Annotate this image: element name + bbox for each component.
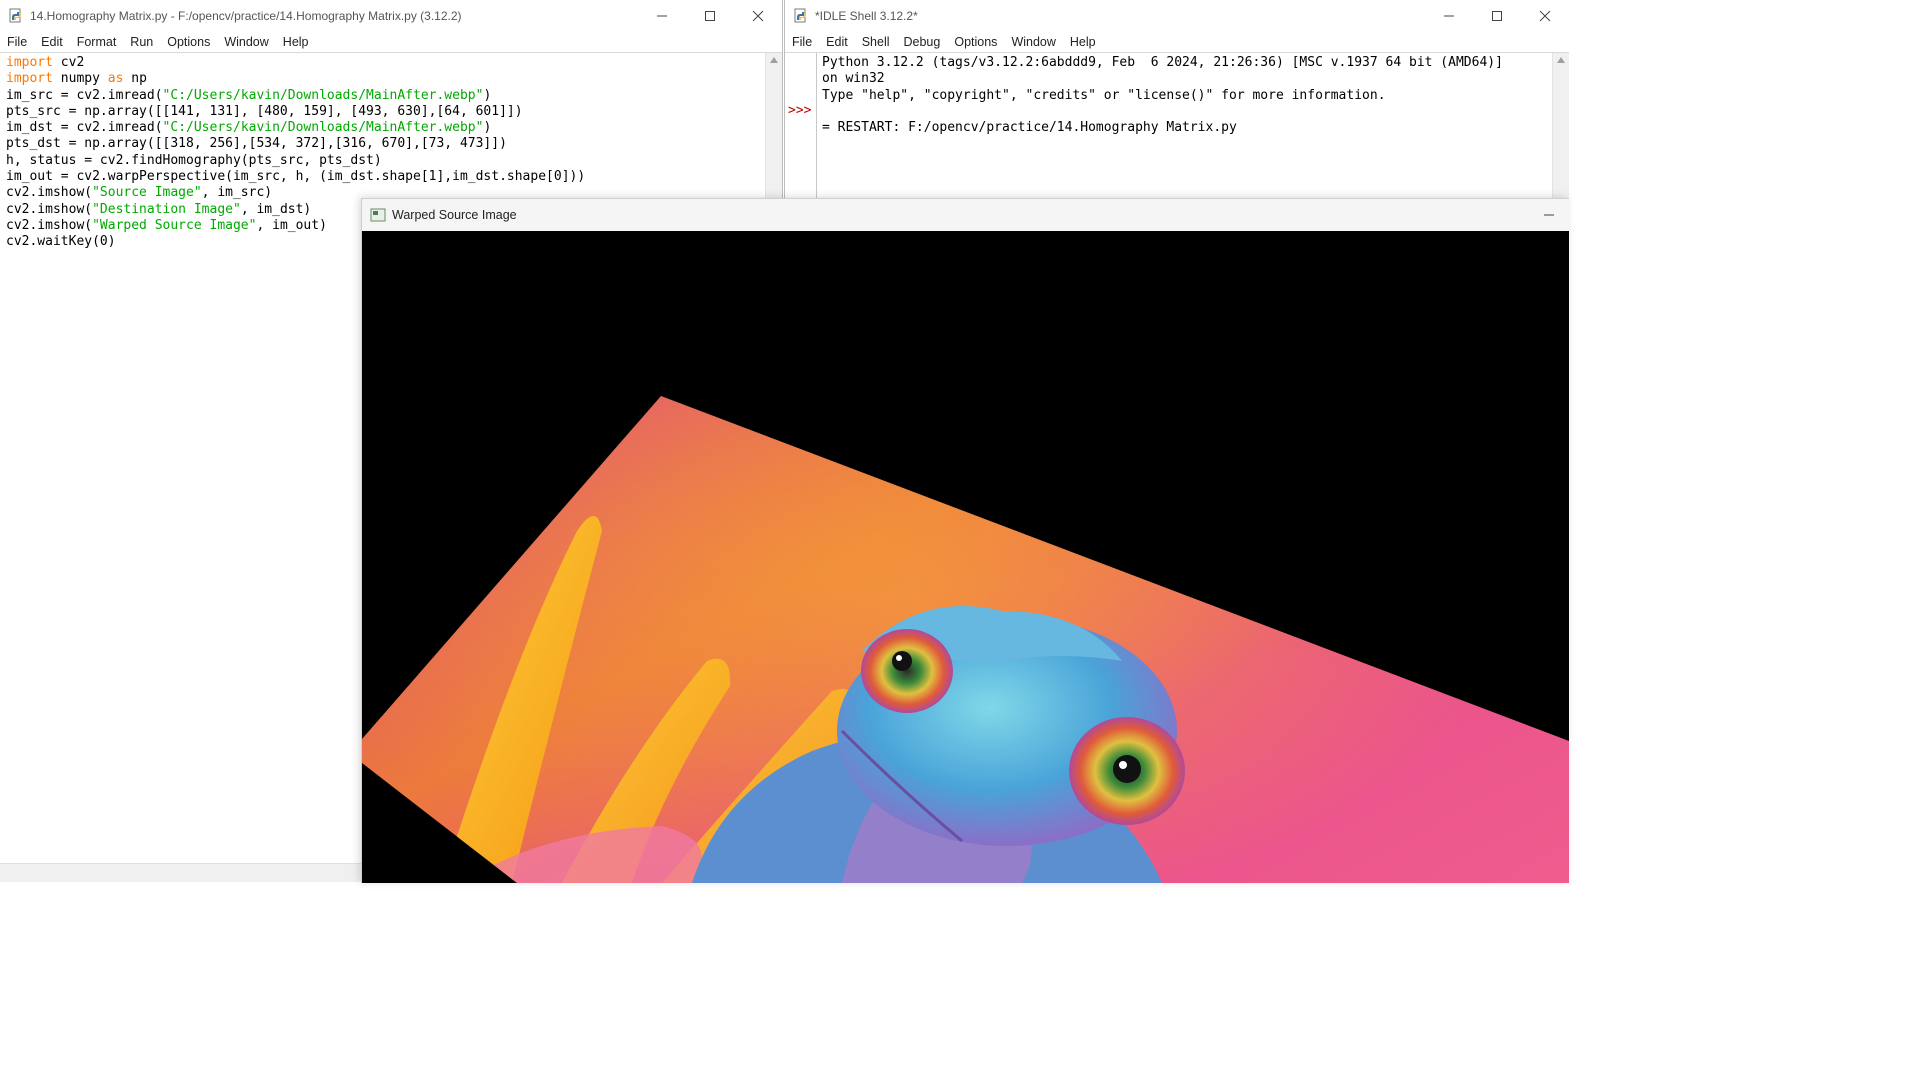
shell-menu-file[interactable]: File bbox=[785, 35, 819, 49]
code-line: im_out = cv2.warpPerspective(im_src, h, … bbox=[6, 169, 586, 185]
code-line: h, status = cv2.findHomography(pts_src, … bbox=[6, 152, 382, 168]
code-line: im_src = cv2.imread("C:/Users/kavin/Down… bbox=[6, 87, 492, 103]
close-icon bbox=[752, 10, 764, 22]
shell-menu-debug[interactable]: Debug bbox=[897, 35, 948, 49]
editor-caption-buttons bbox=[638, 0, 782, 32]
shell-titlebar[interactable]: *IDLE Shell 3.12.2* bbox=[785, 0, 1569, 32]
shell-menu-shell[interactable]: Shell bbox=[855, 35, 897, 49]
shell-title: *IDLE Shell 3.12.2* bbox=[815, 9, 918, 23]
editor-menu-help[interactable]: Help bbox=[276, 35, 316, 49]
code-line: cv2.imshow("Source Image", im_src) bbox=[6, 185, 273, 201]
code-line: import cv2 bbox=[6, 55, 85, 70]
close-button[interactable] bbox=[1521, 0, 1569, 32]
close-icon bbox=[1539, 10, 1551, 22]
maximize-icon bbox=[1492, 11, 1502, 21]
scroll-up-icon[interactable] bbox=[770, 57, 778, 63]
editor-menu-file[interactable]: File bbox=[0, 35, 34, 49]
shell-menu-edit[interactable]: Edit bbox=[819, 35, 855, 49]
shell-menu-options[interactable]: Options bbox=[947, 35, 1004, 49]
python-file-icon bbox=[9, 8, 21, 23]
code-line: pts_dst = np.array([[318, 256],[534, 372… bbox=[6, 136, 507, 152]
warped-chameleon-image bbox=[362, 231, 1569, 883]
opencv-window-icon bbox=[370, 208, 386, 222]
scroll-up-icon[interactable] bbox=[1557, 57, 1565, 63]
opencv-titlebar[interactable]: Warped Source Image bbox=[362, 199, 1569, 231]
minimize-button[interactable] bbox=[1529, 199, 1569, 231]
editor-menu-edit[interactable]: Edit bbox=[34, 35, 70, 49]
close-button[interactable] bbox=[734, 0, 782, 32]
code-line: cv2.waitKey(0) bbox=[6, 234, 116, 250]
shell-caption-buttons bbox=[1425, 0, 1569, 32]
shell-menubar: File Edit Shell Debug Options Window Help bbox=[785, 32, 1569, 52]
code-line: cv2.imshow("Destination Image", im_dst) bbox=[6, 201, 312, 217]
code-line: cv2.imshow("Warped Source Image", im_out… bbox=[6, 217, 327, 233]
code-line: pts_src = np.array([[141, 131], [480, 15… bbox=[6, 103, 523, 119]
shell-output[interactable]: Python 3.12.2 (tags/v3.12.2:6abddd9, Feb… bbox=[822, 53, 1549, 136]
editor-menu-run[interactable]: Run bbox=[123, 35, 160, 49]
editor-titlebar[interactable]: 14.Homography Matrix.py - F:/opencv/prac… bbox=[0, 0, 782, 32]
minimize-icon bbox=[1444, 15, 1454, 17]
shell-prompt: >>> bbox=[788, 103, 812, 118]
minimize-button[interactable] bbox=[638, 0, 686, 32]
opencv-window-title: Warped Source Image bbox=[392, 208, 517, 222]
shell-output-line: Python 3.12.2 (tags/v3.12.2:6abddd9, Feb… bbox=[822, 55, 1503, 70]
editor-title: 14.Homography Matrix.py - F:/opencv/prac… bbox=[30, 9, 462, 23]
maximize-button[interactable] bbox=[686, 0, 734, 32]
minimize-icon bbox=[1544, 214, 1554, 216]
minimize-icon bbox=[657, 15, 667, 17]
editor-menubar: File Edit Format Run Options Window Help bbox=[0, 32, 782, 52]
shell-output-line: = RESTART: F:/opencv/practice/14.Homogra… bbox=[822, 120, 1237, 136]
shell-output-line: Type "help", "copyright", "credits" or "… bbox=[822, 87, 1386, 103]
editor-menu-options[interactable]: Options bbox=[160, 35, 217, 49]
shell-menu-help[interactable]: Help bbox=[1063, 35, 1103, 49]
warped-image-canvas[interactable] bbox=[362, 231, 1569, 883]
editor-menu-window[interactable]: Window bbox=[217, 35, 275, 49]
shell-menu-window[interactable]: Window bbox=[1004, 35, 1062, 49]
editor-menu-format[interactable]: Format bbox=[70, 35, 124, 49]
code-line: im_dst = cv2.imread("C:/Users/kavin/Down… bbox=[6, 120, 492, 136]
maximize-button[interactable] bbox=[1473, 0, 1521, 32]
minimize-button[interactable] bbox=[1425, 0, 1473, 32]
python-shell-icon bbox=[794, 8, 806, 23]
maximize-icon bbox=[705, 11, 715, 21]
code-line: import numpy as np bbox=[6, 71, 147, 87]
opencv-image-window: Warped Source Image bbox=[361, 198, 1569, 883]
shell-output-line: on win32 bbox=[822, 71, 885, 87]
